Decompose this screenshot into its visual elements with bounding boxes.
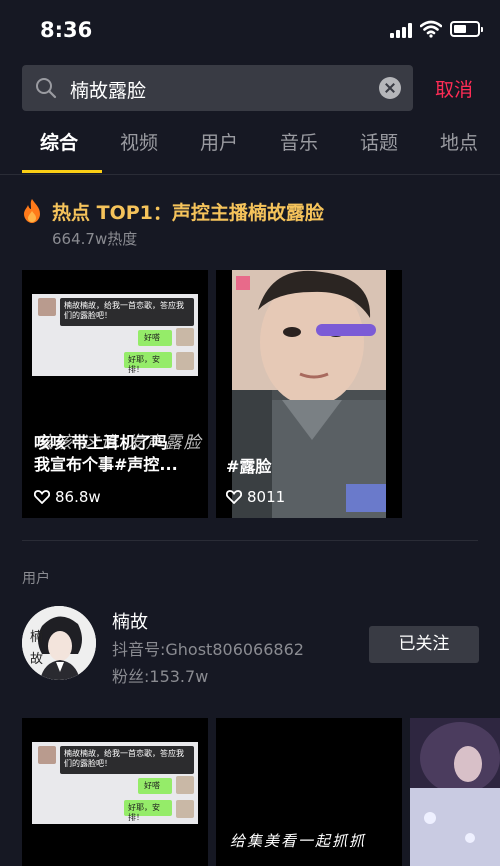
clear-icon[interactable] — [379, 77, 401, 99]
video-caption: 咳咳 带上耳机了吗 — [34, 433, 168, 452]
heart-icon — [226, 490, 242, 504]
video-caption: 我宣布个事#声控... — [34, 455, 178, 474]
chat-avatar — [176, 800, 194, 818]
cancel-button[interactable]: 取消 — [435, 75, 473, 102]
video-card[interactable]: #露脸 8011 — [216, 270, 402, 518]
divider — [22, 540, 478, 541]
chat-bubble-text: 好耶，安排！ — [128, 803, 160, 822]
tab-locations[interactable]: 地点 — [440, 128, 478, 155]
chat-avatar — [176, 776, 194, 794]
user-douyin-id: 抖音号:Ghost806066862 — [112, 640, 304, 659]
chat-bubble: 楠故楠故，给我一首恋歌，答应我们的露脸吧！ — [60, 746, 194, 774]
chat-bubble: 好嗒 — [138, 330, 172, 346]
tab-topics[interactable]: 话题 — [360, 128, 398, 155]
chat-bubble-text: 好嗒 — [144, 781, 160, 790]
video-thumbnail — [410, 718, 500, 866]
follow-button[interactable]: 已关注 — [369, 626, 479, 663]
avatar[interactable]: 楠 故 — [22, 606, 96, 680]
chat-bubble-text: 好嗒 — [144, 333, 160, 342]
tab-music[interactable]: 音乐 — [280, 128, 318, 155]
user-name[interactable]: 楠故 — [112, 608, 148, 634]
section-label-users: 用户 — [22, 571, 50, 587]
search-icon — [36, 78, 57, 99]
user-fans-count: 粉丝:153.7w — [112, 667, 209, 686]
like-count: 8011 — [247, 488, 286, 506]
video-thumbnail — [232, 270, 386, 518]
hot-topic-heat: 664.7w热度 — [52, 230, 138, 248]
signal-icon — [390, 22, 414, 38]
chat-screenshot: 楠故楠故，给我一首恋歌，答应我们的露脸吧！ 好嗒 好耶，安排！ — [32, 742, 198, 824]
chat-screenshot: 楠故楠故，给我一首恋歌，答应我们的露脸吧！ 好嗒 好耶，安排！ — [32, 294, 198, 376]
like-count: 86.8w — [55, 488, 101, 506]
search-tabs: 综合 视频 用户 音乐 话题 地点 — [0, 128, 500, 174]
video-card[interactable]: 给集美看一起抓抓 — [216, 718, 402, 866]
avatar-text: 楠 — [30, 630, 44, 645]
status-time: 8:36 — [40, 18, 93, 42]
wifi-icon — [420, 20, 442, 38]
chat-bubble: 好嗒 — [138, 778, 172, 794]
heart-icon — [34, 490, 50, 504]
chat-bubble: 楠故楠故，给我一首恋歌，答应我们的露脸吧！ — [60, 298, 194, 326]
search-input[interactable]: 楠故露脸 — [70, 76, 146, 103]
chat-avatar — [38, 746, 56, 764]
video-card[interactable] — [410, 718, 500, 866]
divider — [0, 174, 500, 175]
chat-avatar — [38, 298, 56, 316]
avatar-text: 故 — [30, 652, 44, 667]
fire-icon — [24, 199, 40, 223]
tab-videos[interactable]: 视频 — [120, 128, 158, 155]
video-overlay-text: 给集美看一起抓抓 — [230, 832, 367, 850]
battery-icon — [450, 21, 483, 37]
status-bar: 8:36 — [0, 0, 500, 60]
chat-avatar — [176, 352, 194, 370]
video-caption: #露脸 — [226, 457, 272, 476]
chat-bubble: 好耶，安排！ — [124, 800, 172, 822]
active-tab-indicator — [22, 170, 102, 173]
search-bar[interactable]: 楠故露脸 — [22, 65, 413, 111]
tab-comprehensive[interactable]: 综合 — [40, 128, 78, 155]
chat-bubble: 好耶，安排！ — [124, 352, 172, 374]
chat-bubble-text: 好耶，安排！ — [128, 355, 160, 374]
chat-bubble-text: 楠故楠故，给我一首恋歌，答应我们的露脸吧！ — [64, 301, 184, 320]
hot-topic-title[interactable]: 热点 TOP1：声控主播楠故露脸 — [52, 198, 324, 225]
chat-avatar — [176, 328, 194, 346]
video-card[interactable]: 楠故楠故，给我一首恋歌，答应我们的露脸吧！ 好嗒 好耶，安排！ — [22, 718, 208, 866]
video-card[interactable]: 楠故楠故，给我一首恋歌，答应我们的露脸吧！ 好嗒 好耶，安排！ 咳咳 这谁 发声… — [22, 270, 208, 518]
tab-users[interactable]: 用户 — [200, 128, 238, 155]
chat-bubble-text: 楠故楠故，给我一首恋歌，答应我们的露脸吧！ — [64, 749, 184, 768]
